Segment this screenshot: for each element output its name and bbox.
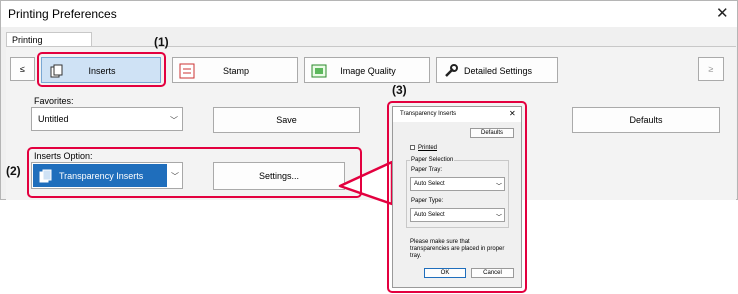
paper-tray-label: Paper Tray: <box>411 167 443 173</box>
save-button[interactable]: Save <box>213 107 360 133</box>
paper-type-select[interactable]: Auto Select ﹀ <box>410 208 505 222</box>
paper-tray-select[interactable]: Auto Select ﹀ <box>410 177 505 191</box>
defaults-button[interactable]: Defaults <box>572 107 720 133</box>
printed-checkbox[interactable] <box>410 145 415 150</box>
paper-selection-label: Paper Selection <box>410 157 455 163</box>
close-icon[interactable]: ✕ <box>716 4 729 22</box>
callout-number-2: (2) <box>6 164 21 178</box>
tab-stamp[interactable]: Stamp <box>172 57 298 83</box>
dialog-close-icon[interactable]: ✕ <box>509 109 516 118</box>
scroll-left-button[interactable]: ≤ <box>10 57 35 81</box>
chevron-down-icon: ﹀ <box>170 116 178 125</box>
tab-printing-preferences[interactable]: Printing Preferences <box>6 32 92 55</box>
printed-label: Printed <box>418 145 438 151</box>
dialog-title: Transparency Inserts <box>400 111 457 117</box>
dialog-defaults-button[interactable]: Defaults <box>470 128 514 138</box>
favorites-select[interactable]: Untitled ﹀ <box>31 107 183 131</box>
paper-type-label: Paper Type: <box>411 198 444 204</box>
paper-type-value: Auto Select <box>414 212 445 218</box>
scroll-right-button[interactable]: ≥ <box>698 57 724 81</box>
tab-detailed-settings[interactable]: Detailed Settings <box>436 57 558 83</box>
paper-tray-value: Auto Select <box>414 181 445 187</box>
favorites-value: Untitled <box>38 114 69 124</box>
transparency-note: Please make sure that transparencies are… <box>410 239 505 259</box>
chevron-down-icon: ﹀ <box>496 184 503 190</box>
dialog-ok-button[interactable]: OK <box>424 268 466 278</box>
chevron-down-icon: ﹀ <box>496 215 503 221</box>
favorites-label: Favorites: <box>34 96 74 106</box>
dialog-cancel-button[interactable]: Cancel <box>471 268 514 278</box>
callout-box-1 <box>37 52 166 87</box>
window-title: Printing Preferences <box>8 7 117 21</box>
callout-number-1: (1) <box>154 35 169 49</box>
tab-stamp-label: Stamp <box>222 66 249 76</box>
tab-image-quality[interactable]: Image Quality <box>304 57 430 83</box>
callout-number-3: (3) <box>392 83 407 97</box>
tab-image-quality-label: Image Quality <box>340 66 396 76</box>
tab-detailed-settings-label: Detailed Settings <box>463 66 533 76</box>
callout-box-2 <box>27 147 362 198</box>
